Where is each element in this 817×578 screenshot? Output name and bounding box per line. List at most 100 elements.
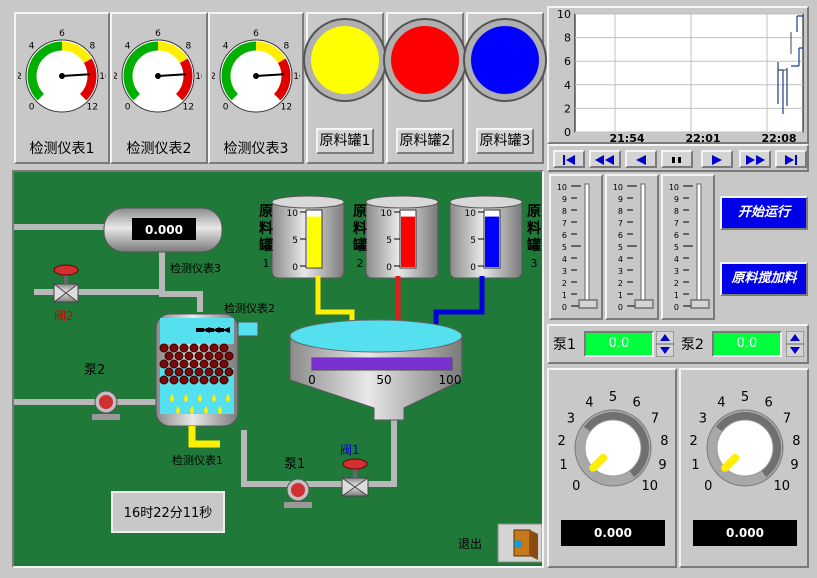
knob-tick-label: 6 xyxy=(632,396,640,411)
trend-chart: 10 8 6 4 2 0 21:54 22:01 22:08 xyxy=(557,8,804,142)
particle xyxy=(169,343,179,353)
gauge-dial-3: 0 2 4 6 8 10 12 xyxy=(212,29,300,113)
tank-button-2[interactable]: 原料罐2 xyxy=(396,128,454,154)
trend-pause-button[interactable] xyxy=(661,150,693,168)
material-tank-scale: 0 xyxy=(470,263,476,273)
knob-tick-label: 3 xyxy=(567,411,575,426)
slider-thumb xyxy=(634,299,654,309)
trend-first-button[interactable] xyxy=(553,150,585,168)
mixer-scale-max: 100 xyxy=(439,373,462,387)
particle xyxy=(159,375,169,385)
particle xyxy=(174,351,184,361)
add-material-button[interactable]: 原料搅加料 xyxy=(720,262,808,296)
particle xyxy=(209,375,219,385)
slider-panel-2: 10 9 8 7 6 5 4 3 2 1 0 xyxy=(605,174,659,320)
slider-tick-label: 6 xyxy=(618,231,623,240)
pump1-value-field[interactable]: 0.0 xyxy=(584,331,654,357)
gauge-tick-label: 4 xyxy=(29,42,35,52)
slider-tick-label: 2 xyxy=(674,279,679,288)
gauge-label-3: 检测仪表3 xyxy=(223,141,289,157)
mixer-bar-fill xyxy=(312,358,452,370)
trend-back-button[interactable] xyxy=(625,150,657,168)
red-lamp-icon xyxy=(391,26,459,94)
valve2-icon[interactable] xyxy=(53,264,79,303)
knob-1[interactable]: 01 234 5 678 910 xyxy=(551,372,675,512)
slider-1[interactable]: 109876543210 xyxy=(553,180,603,316)
slider-tick-label: 10 xyxy=(613,183,623,192)
pump1-tag: 泵1 xyxy=(284,457,305,472)
slider-track xyxy=(640,183,646,309)
particle xyxy=(184,367,194,377)
slider-track xyxy=(584,183,590,309)
tank-button-1[interactable]: 原料罐1 xyxy=(316,128,374,154)
trend-last-button[interactable] xyxy=(775,150,807,168)
material-tank-name: 2 xyxy=(357,257,364,270)
slider-tick-label: 10 xyxy=(669,183,679,192)
trend-fast-forward-button[interactable] xyxy=(739,150,771,168)
particle xyxy=(179,375,189,385)
gauge-tick-label: 0 xyxy=(223,102,229,112)
slider-tick-label: 4 xyxy=(562,255,567,264)
gauge-label-2: 检测仪表2 xyxy=(126,141,192,157)
forward-icon xyxy=(712,155,722,165)
slider-tick-label: 1 xyxy=(562,291,567,300)
slider-tick-label: 0 xyxy=(618,303,623,312)
slider-tick-label: 3 xyxy=(618,267,623,276)
trend-fast-back-button[interactable] xyxy=(589,150,621,168)
trend-plot-area xyxy=(574,13,804,133)
knob-2[interactable]: 01 234 5 678 910 xyxy=(683,372,807,512)
exit-label: 退出 xyxy=(458,537,482,551)
gauge-tick-label: 0 xyxy=(125,102,131,112)
material-tank-scale: 0 xyxy=(292,263,298,273)
exit-door-icon[interactable] xyxy=(497,523,542,563)
slider-tick-label: 3 xyxy=(674,267,679,276)
particle xyxy=(219,375,229,385)
particle xyxy=(194,367,204,377)
material-tank-top xyxy=(271,195,345,209)
start-button[interactable]: 开始运行 xyxy=(720,196,808,230)
mixer-liquid xyxy=(289,319,463,353)
slider-tick-label: 0 xyxy=(674,303,679,312)
material-tank-name: 原 xyxy=(527,204,541,220)
particle xyxy=(159,359,169,369)
material-tank-name: 原 xyxy=(259,204,273,220)
knob-tick-label: 4 xyxy=(585,396,593,411)
particle xyxy=(199,343,209,353)
slider-2[interactable]: 109876543210 xyxy=(609,180,659,316)
knob-tick-label: 8 xyxy=(660,434,668,449)
pump2-spinner[interactable] xyxy=(785,330,805,358)
tank-button-3[interactable]: 原料罐3 xyxy=(476,128,534,154)
particle xyxy=(194,351,204,361)
material-tank-scale: 10 xyxy=(381,209,393,219)
trend-x-tick: 22:08 xyxy=(761,132,796,142)
valve1-label: 阀1 xyxy=(340,443,360,457)
knob-tick-label: 5 xyxy=(741,390,749,405)
gauge-tick-label: 4 xyxy=(223,42,229,52)
gauge1-tag: 检测仪表1 xyxy=(172,453,223,467)
trend-forward-button[interactable] xyxy=(701,150,733,168)
valve1-icon[interactable] xyxy=(341,458,369,497)
material-tank-scale: 10 xyxy=(465,209,477,219)
slider-tick-label: 1 xyxy=(674,291,679,300)
gauge-tick-label: 6 xyxy=(253,29,259,39)
slider-tick-label: 6 xyxy=(562,231,567,240)
knob-tick-label: 1 xyxy=(691,458,699,473)
first-icon xyxy=(563,155,575,165)
knob-tick-label: 10 xyxy=(641,479,658,494)
slider-3[interactable]: 109876543210 xyxy=(665,180,715,316)
tank-lamp-panel-2: 原料罐2 xyxy=(386,12,464,164)
process-diagram: 0.000 检测仪表3 阀2 检测仪表2 检测仪表1 泵2 泵1 阀1 1050… xyxy=(14,195,542,563)
pump2-icon[interactable] xyxy=(92,390,120,420)
particle xyxy=(174,367,184,377)
knob-tick-label: 0 xyxy=(572,479,580,494)
particle xyxy=(219,343,229,353)
particle xyxy=(184,351,194,361)
knob-tick-label: 10 xyxy=(773,479,790,494)
slider-tick-label: 9 xyxy=(618,195,623,204)
pump1-spinner[interactable] xyxy=(655,330,675,358)
slider-thumb xyxy=(578,299,598,309)
trend-panel: 10 8 6 4 2 0 21:54 22:01 22:08 xyxy=(547,6,809,144)
knob-tick-label: 3 xyxy=(699,411,707,426)
pump2-value-field[interactable]: 0.0 xyxy=(712,331,782,357)
particle xyxy=(169,375,179,385)
